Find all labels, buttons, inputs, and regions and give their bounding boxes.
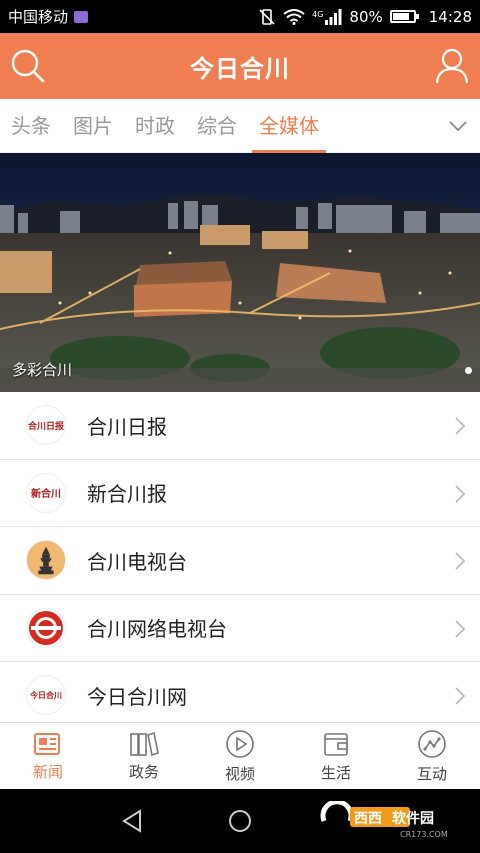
city-night-image <box>0 153 480 392</box>
books-icon <box>130 731 159 756</box>
sim-icon <box>74 10 89 23</box>
search-icon <box>11 49 45 83</box>
network-type: 4G <box>312 9 324 19</box>
list-item[interactable]: 新合川 新合川报 <box>0 460 480 527</box>
battery-percent: 80% <box>349 7 383 26</box>
pagoda-logo-icon <box>26 540 66 581</box>
list-item[interactable]: 今日合川 今日合川网 <box>0 662 480 730</box>
home-icon[interactable] <box>228 809 252 833</box>
list-item[interactable]: 合川日报 合川日报 <box>0 392 480 460</box>
bottom-navigation: 新闻 政务 视频 生活 互动 <box>0 722 480 789</box>
nav-label: 视频 <box>224 764 255 783</box>
chevron-right-icon <box>455 484 466 503</box>
svg-text:西西: 西西 <box>354 811 382 827</box>
list-item-label: 新合川报 <box>87 482 167 507</box>
back-icon[interactable] <box>120 809 144 833</box>
chevron-right-icon <box>455 552 466 570</box>
today-hechuan-logo: 今日合川 <box>26 675 66 716</box>
tab-toutiao[interactable]: 头条 <box>0 99 62 153</box>
banner-caption: 多彩合川 <box>12 361 73 379</box>
svg-text:CR173.COM: CR173.COM <box>400 830 448 839</box>
hechuan-daily-logo: 合川日报 <box>26 405 66 446</box>
app-header: 今日合川 <box>0 33 480 99</box>
chevron-right-icon <box>455 417 466 435</box>
nav-video[interactable]: 视频 <box>192 723 288 789</box>
new-hechuan-logo: 新合川 <box>26 472 66 513</box>
nav-label: 政务 <box>128 762 159 781</box>
chevron-down-icon[interactable] <box>446 114 470 138</box>
watermark-logo: 西西 软件园 CR173.COM <box>320 801 460 841</box>
tab-politics[interactable]: 时政 <box>124 99 186 153</box>
category-tabs: 头条 图片 时政 综合 全媒体 <box>0 99 480 153</box>
nav-life[interactable]: 生活 <box>288 723 384 789</box>
nav-government[interactable]: 政务 <box>96 723 192 789</box>
chevron-right-icon <box>455 687 466 705</box>
svg-text:软件园: 软件园 <box>392 810 434 827</box>
list-item-label: 今日合川网 <box>87 684 187 709</box>
search-button[interactable] <box>8 46 48 86</box>
nav-label: 互动 <box>416 764 447 783</box>
vibrate-off-icon <box>259 8 275 25</box>
user-icon <box>435 48 469 84</box>
media-list: 合川日报 合川日报 新合川 新合川报 合川电视台 合川网络电视台 今日合川 今日… <box>0 392 480 730</box>
status-bar: 中国移动 4G 80% 14:28 <box>0 0 480 33</box>
signal-icon <box>325 8 342 25</box>
pagoda-icon <box>27 541 65 580</box>
hero-banner[interactable]: 多彩合川 <box>0 153 480 392</box>
nav-label: 新闻 <box>32 762 63 781</box>
wallet-icon <box>324 732 348 756</box>
list-item[interactable]: 合川网络电视台 <box>0 595 480 662</box>
news-icon <box>34 732 60 755</box>
wifi-icon <box>283 8 305 25</box>
tab-images[interactable]: 图片 <box>62 99 124 153</box>
page-title: 今日合川 <box>190 54 290 83</box>
list-item-label: 合川日报 <box>87 414 167 439</box>
carousel-indicator <box>465 367 472 374</box>
chart-icon <box>418 729 446 758</box>
network-tv-logo-icon <box>26 607 66 648</box>
carrier-name: 中国移动 <box>8 8 69 26</box>
tab-general[interactable]: 综合 <box>186 99 248 153</box>
list-item-label: 合川电视台 <box>87 549 187 574</box>
battery-icon <box>389 10 419 23</box>
nav-news[interactable]: 新闻 <box>0 723 96 789</box>
nav-label: 生活 <box>320 763 351 782</box>
system-navigation-bar: 西西 软件园 CR173.COM <box>0 789 480 853</box>
list-item[interactable]: 合川电视台 <box>0 527 480 595</box>
user-button[interactable] <box>432 46 472 86</box>
play-icon <box>226 729 254 758</box>
tab-all-media[interactable]: 全媒体 <box>248 99 330 153</box>
nav-interact[interactable]: 互动 <box>384 723 480 789</box>
clock: 14:28 <box>428 7 472 26</box>
chevron-right-icon <box>455 619 466 638</box>
list-item-label: 合川网络电视台 <box>87 617 227 642</box>
network-tv-icon <box>29 610 63 645</box>
